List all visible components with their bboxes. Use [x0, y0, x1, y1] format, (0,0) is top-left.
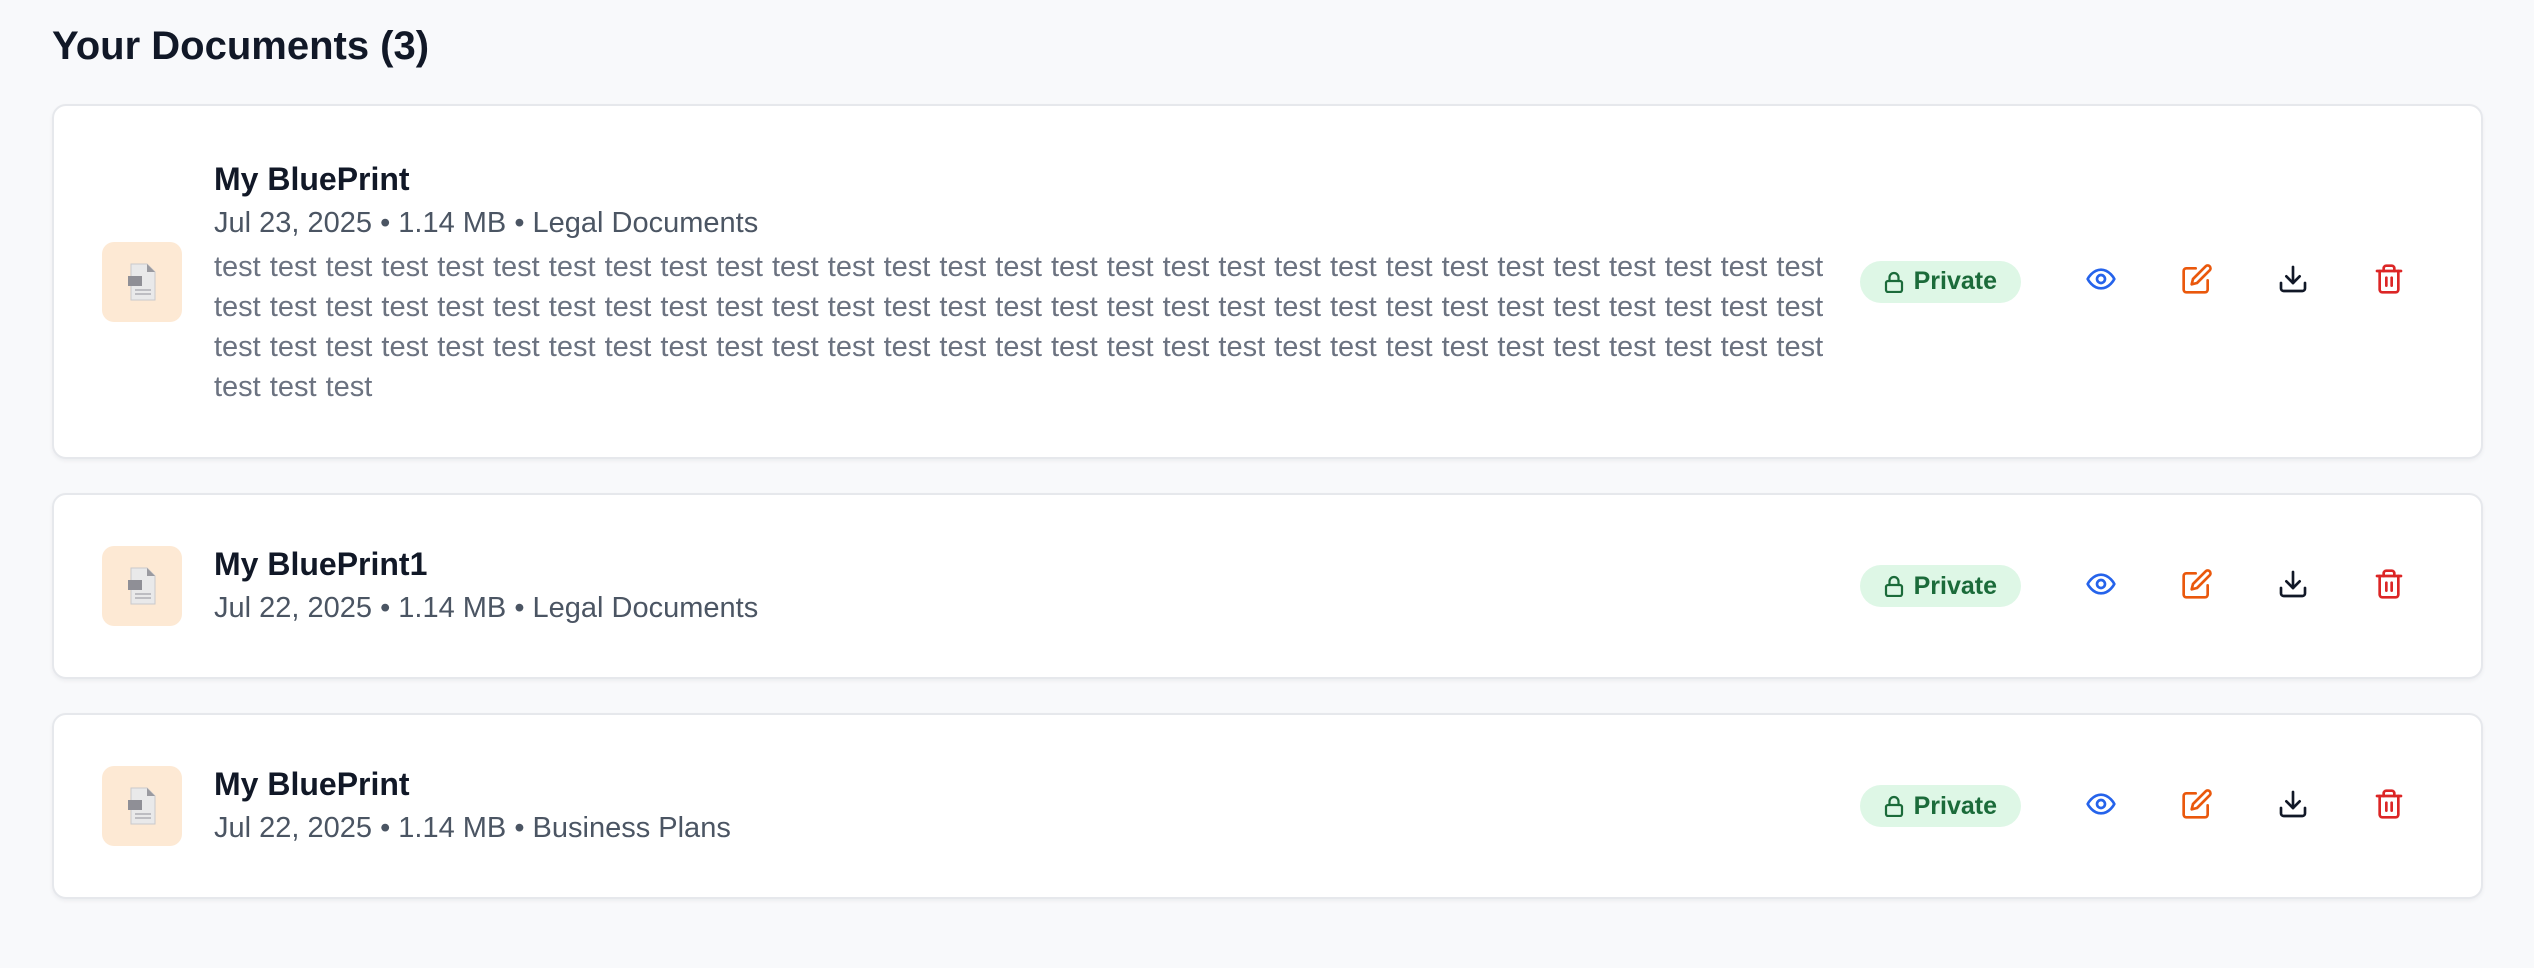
- edit-button[interactable]: [2169, 558, 2225, 614]
- download-button[interactable]: [2265, 254, 2321, 310]
- delete-button[interactable]: [2361, 778, 2417, 834]
- delete-button[interactable]: [2361, 558, 2417, 614]
- document-card[interactable]: My BluePrint Jul 22, 2025 • 1.14 MB • Bu…: [52, 713, 2483, 899]
- document-meta: Jul 22, 2025 • 1.14 MB • Business Plans: [214, 812, 731, 844]
- document-info: My BluePrint Jul 22, 2025 • 1.14 MB • Bu…: [214, 762, 1860, 850]
- file-document-icon: [102, 241, 182, 322]
- document-description: test test test test test test test test …: [214, 250, 1824, 403]
- delete-button[interactable]: [2361, 254, 2417, 310]
- eye-icon: [2085, 263, 2117, 300]
- lock-icon: [1884, 575, 1904, 597]
- page-title: Your Documents (3): [52, 24, 430, 68]
- download-icon: [2277, 263, 2309, 300]
- file-document-icon: [102, 766, 182, 846]
- view-button[interactable]: [2073, 558, 2129, 614]
- edit-button[interactable]: [2169, 778, 2225, 834]
- trash-icon: [2373, 263, 2405, 300]
- privacy-label: Private: [1913, 571, 1997, 600]
- document-title[interactable]: My BluePrint: [214, 762, 1860, 806]
- download-icon: [2277, 788, 2309, 825]
- edit-icon: [2181, 568, 2213, 605]
- download-button[interactable]: [2265, 778, 2321, 834]
- privacy-badge: Private: [1859, 565, 2021, 607]
- view-button[interactable]: [2073, 254, 2129, 310]
- trash-icon: [2373, 788, 2405, 825]
- edit-icon: [2181, 788, 2213, 825]
- eye-icon: [2085, 788, 2117, 825]
- eye-icon: [2085, 568, 2117, 605]
- document-actions: Private: [1859, 778, 2417, 834]
- edit-icon: [2181, 263, 2213, 300]
- edit-button[interactable]: [2169, 254, 2225, 310]
- trash-icon: [2373, 568, 2405, 605]
- file-document-icon: [102, 546, 182, 626]
- lock-icon: [1884, 271, 1904, 293]
- document-actions: Private: [1859, 254, 2417, 310]
- download-icon: [2277, 568, 2309, 605]
- document-card[interactable]: My BluePrint1 Jul 22, 2025 • 1.14 MB • L…: [52, 493, 2483, 679]
- privacy-label: Private: [1913, 267, 1997, 295]
- document-list: My BluePrint Jul 23, 2025 • 1.14 MB • Le…: [52, 104, 2483, 933]
- document-meta: Jul 22, 2025 • 1.14 MB • Legal Documents: [214, 592, 759, 624]
- privacy-label: Private: [1913, 791, 1997, 820]
- document-meta: Jul 23, 2025 • 1.14 MB • Legal Documents: [214, 206, 759, 239]
- view-button[interactable]: [2073, 778, 2129, 834]
- document-info: My BluePrint Jul 23, 2025 • 1.14 MB • Le…: [214, 157, 1860, 407]
- document-title[interactable]: My BluePrint1: [214, 542, 1860, 586]
- document-info: My BluePrint1 Jul 22, 2025 • 1.14 MB • L…: [214, 542, 1860, 630]
- privacy-badge: Private: [1859, 260, 2021, 303]
- download-button[interactable]: [2265, 558, 2321, 614]
- document-card[interactable]: My BluePrint Jul 23, 2025 • 1.14 MB • Le…: [52, 104, 2483, 459]
- document-actions: Private: [1859, 558, 2417, 614]
- document-title[interactable]: My BluePrint: [214, 157, 1860, 201]
- privacy-badge: Private: [1859, 785, 2021, 827]
- lock-icon: [1884, 795, 1904, 817]
